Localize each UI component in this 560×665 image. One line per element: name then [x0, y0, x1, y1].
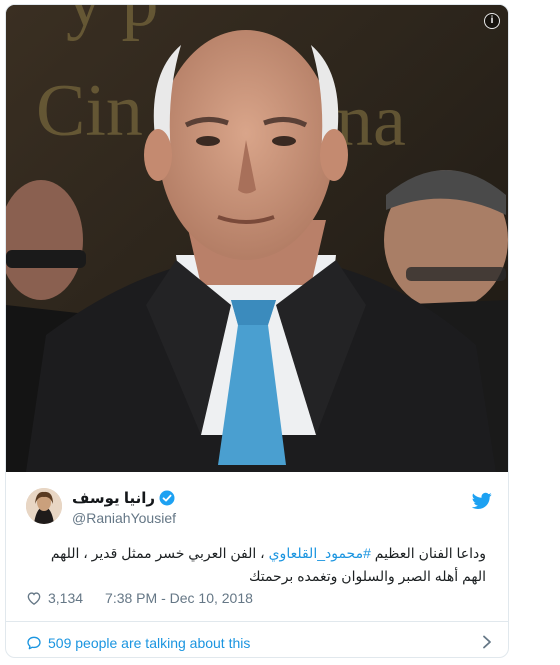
avatar[interactable] [26, 488, 62, 524]
conversation-text: 509 people are talking about this [48, 635, 251, 651]
speech-bubble-icon [27, 636, 41, 650]
author-handle[interactable]: @RaniahYousief [72, 510, 176, 526]
hashtag-link[interactable]: #محمود_القلعاوي [269, 545, 371, 561]
svg-text:y p: y p [66, 5, 159, 42]
verified-badge-icon [159, 490, 175, 506]
chevron-right-icon[interactable] [482, 635, 492, 649]
display-name-text: رانيا يوسف [72, 490, 155, 507]
twitter-bird-icon[interactable] [472, 492, 492, 510]
tweet-text: وداعا الفنان العظيم #محمود_القلعاوي ، ال… [36, 542, 486, 588]
embedded-tweet-card: Cin na y p [5, 4, 509, 658]
tweet-header: رانيا يوسف @RaniahYousief [26, 488, 492, 530]
footer-divider [6, 621, 508, 622]
portrait-illustration: Cin na y p [6, 5, 508, 472]
tweet-text-start: وداعا الفنان العظيم [370, 545, 486, 561]
author-names: رانيا يوسف @RaniahYousief [72, 488, 176, 526]
conversation-link[interactable]: 509 people are talking about this [26, 632, 492, 654]
svg-text:Cin: Cin [36, 70, 143, 152]
tweet-timestamp[interactable]: 7:38 PM - Dec 10, 2018 [105, 590, 253, 606]
tweet-photo[interactable]: Cin na y p [6, 5, 508, 472]
author-display-name[interactable]: رانيا يوسف [72, 488, 176, 508]
avatar-image [26, 488, 62, 524]
heart-icon[interactable] [26, 590, 42, 606]
tweet-meta: 3,134 7:38 PM - Dec 10, 2018 [26, 590, 253, 606]
info-icon[interactable]: i [484, 13, 500, 29]
like-count[interactable]: 3,134 [48, 590, 83, 606]
